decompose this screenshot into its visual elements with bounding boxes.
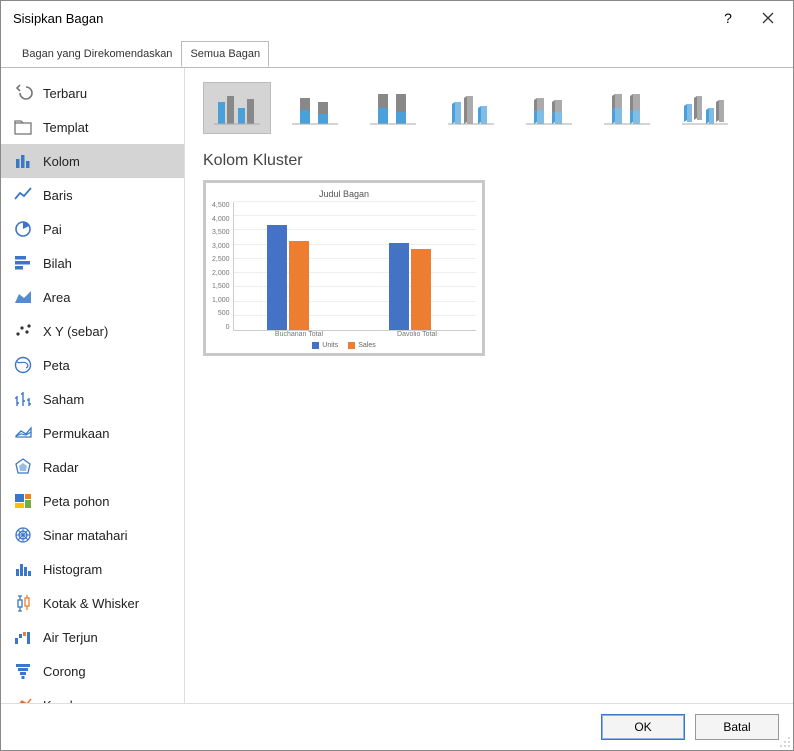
sidebar-item-label: Peta pohon [43,494,110,509]
waterfall-icon [13,627,33,647]
y-tick: 2,500 [212,256,230,263]
radar-icon [13,457,33,477]
undo-icon [13,83,33,103]
sidebar-item-folder[interactable]: Templat [1,110,184,144]
sidebar-item-line[interactable]: Baris [1,178,184,212]
sidebar-item-funnel[interactable]: Corong [1,654,184,688]
tab-0[interactable]: Bagan yang Direkomendaskan [13,41,181,67]
resize-grip-icon[interactable] [779,736,791,748]
sidebar-item-label: Baris [43,188,73,203]
sidebar-item-label: Air Terjun [43,630,98,645]
boxw-icon [13,593,33,613]
chart-title: Judul Bagan [212,189,476,199]
sidebar-item-label: Pai [43,222,62,237]
sunburst-icon [13,525,33,545]
sidebar-item-label: Radar [43,460,78,475]
sidebar-item-label: Area [43,290,70,305]
chart-subtype-clustered-column[interactable] [203,82,271,134]
y-tick: 2,000 [212,270,230,277]
dialog-title: Sisipkan Bagan [13,11,103,26]
area-icon [13,287,33,307]
sidebar-item-treemap[interactable]: Peta pohon [1,484,184,518]
chart-preview[interactable]: Judul Bagan 4,500 4,000 3,500 3,000 2,500 2,0… [203,180,485,356]
line-icon [13,185,33,205]
sidebar-item-label: Kotak & Whisker [43,596,139,611]
sidebar-item-label: Sinar matahari [43,528,128,543]
sidebar-item-stock[interactable]: Saham [1,382,184,416]
histo-icon [13,559,33,579]
sidebar-item-column[interactable]: Kolom [1,144,184,178]
surface-icon [13,423,33,443]
sidebar-item-histo[interactable]: Histogram [1,552,184,586]
sidebar-item-sunburst[interactable]: Sinar matahari [1,518,184,552]
y-tick: 1,000 [212,297,230,304]
y-tick: 3,000 [212,243,230,250]
cancel-button[interactable]: Batal [695,714,779,740]
y-tick: 3,500 [212,229,230,236]
help-button[interactable]: ? [711,3,745,33]
bar [267,225,287,330]
sidebar-item-bar[interactable]: Bilah [1,246,184,280]
sidebar-item-waterfall[interactable]: Air Terjun [1,620,184,654]
sidebar-item-label: Terbaru [43,86,87,101]
sidebar-item-combo[interactable]: Kombo [1,688,184,703]
y-tick: 1,500 [212,283,230,290]
bar-group [389,243,431,330]
close-icon [762,12,774,24]
y-tick: 500 [218,310,230,317]
y-tick: 4,500 [212,202,230,209]
sidebar-item-map[interactable]: Peta [1,348,184,382]
chart-subtype-100-stacked-column[interactable] [359,82,427,134]
bar-group [267,225,309,330]
stock-icon [13,389,33,409]
legend-item: Sales [348,342,376,349]
pie-icon [13,219,33,239]
column-icon [13,151,33,171]
sidebar-item-boxw[interactable]: Kotak & Whisker [1,586,184,620]
sidebar-item-label: Templat [43,120,89,135]
ok-button[interactable]: OK [601,714,685,740]
chart-subtype-3d-stacked-column[interactable] [515,82,583,134]
map-icon [13,355,33,375]
tab-1[interactable]: Semua Bagan [181,41,269,67]
bar-icon [13,253,33,273]
folder-icon [13,117,33,137]
chart-subtype-3d-column[interactable] [671,82,739,134]
sidebar-item-label: Saham [43,392,84,407]
chart-subtype-3d-100-stacked-column[interactable] [593,82,661,134]
x-label: Buchanan Total [240,331,358,338]
sidebar-item-label: Corong [43,664,86,679]
y-tick: 4,000 [212,216,230,223]
bar [289,241,309,330]
chart-subtype-3d-clustered-column[interactable] [437,82,505,134]
funnel-icon [13,661,33,681]
sidebar-item-label: Histogram [43,562,102,577]
chart-subtype-name: Kolom Kluster [203,152,775,170]
bar [411,249,431,330]
scatter-icon [13,321,33,341]
close-button[interactable] [751,3,785,33]
y-tick: 0 [226,324,230,331]
sidebar-item-area[interactable]: Area [1,280,184,314]
sidebar-item-label: Peta [43,358,70,373]
sidebar-item-radar[interactable]: Radar [1,450,184,484]
sidebar-item-label: X Y (sebar) [43,324,108,339]
sidebar-item-scatter[interactable]: X Y (sebar) [1,314,184,348]
combo-icon [13,695,33,703]
sidebar-item-undo[interactable]: Terbaru [1,76,184,110]
x-label: Davolio Total [358,331,476,338]
legend-item: Units [312,342,338,349]
bar [389,243,409,330]
sidebar-item-label: Bilah [43,256,72,271]
treemap-icon [13,491,33,511]
sidebar-item-label: Kolom [43,154,80,169]
sidebar-item-label: Permukaan [43,426,109,441]
sidebar-item-pie[interactable]: Pai [1,212,184,246]
sidebar-item-surface[interactable]: Permukaan [1,416,184,450]
chart-subtype-stacked-column[interactable] [281,82,349,134]
